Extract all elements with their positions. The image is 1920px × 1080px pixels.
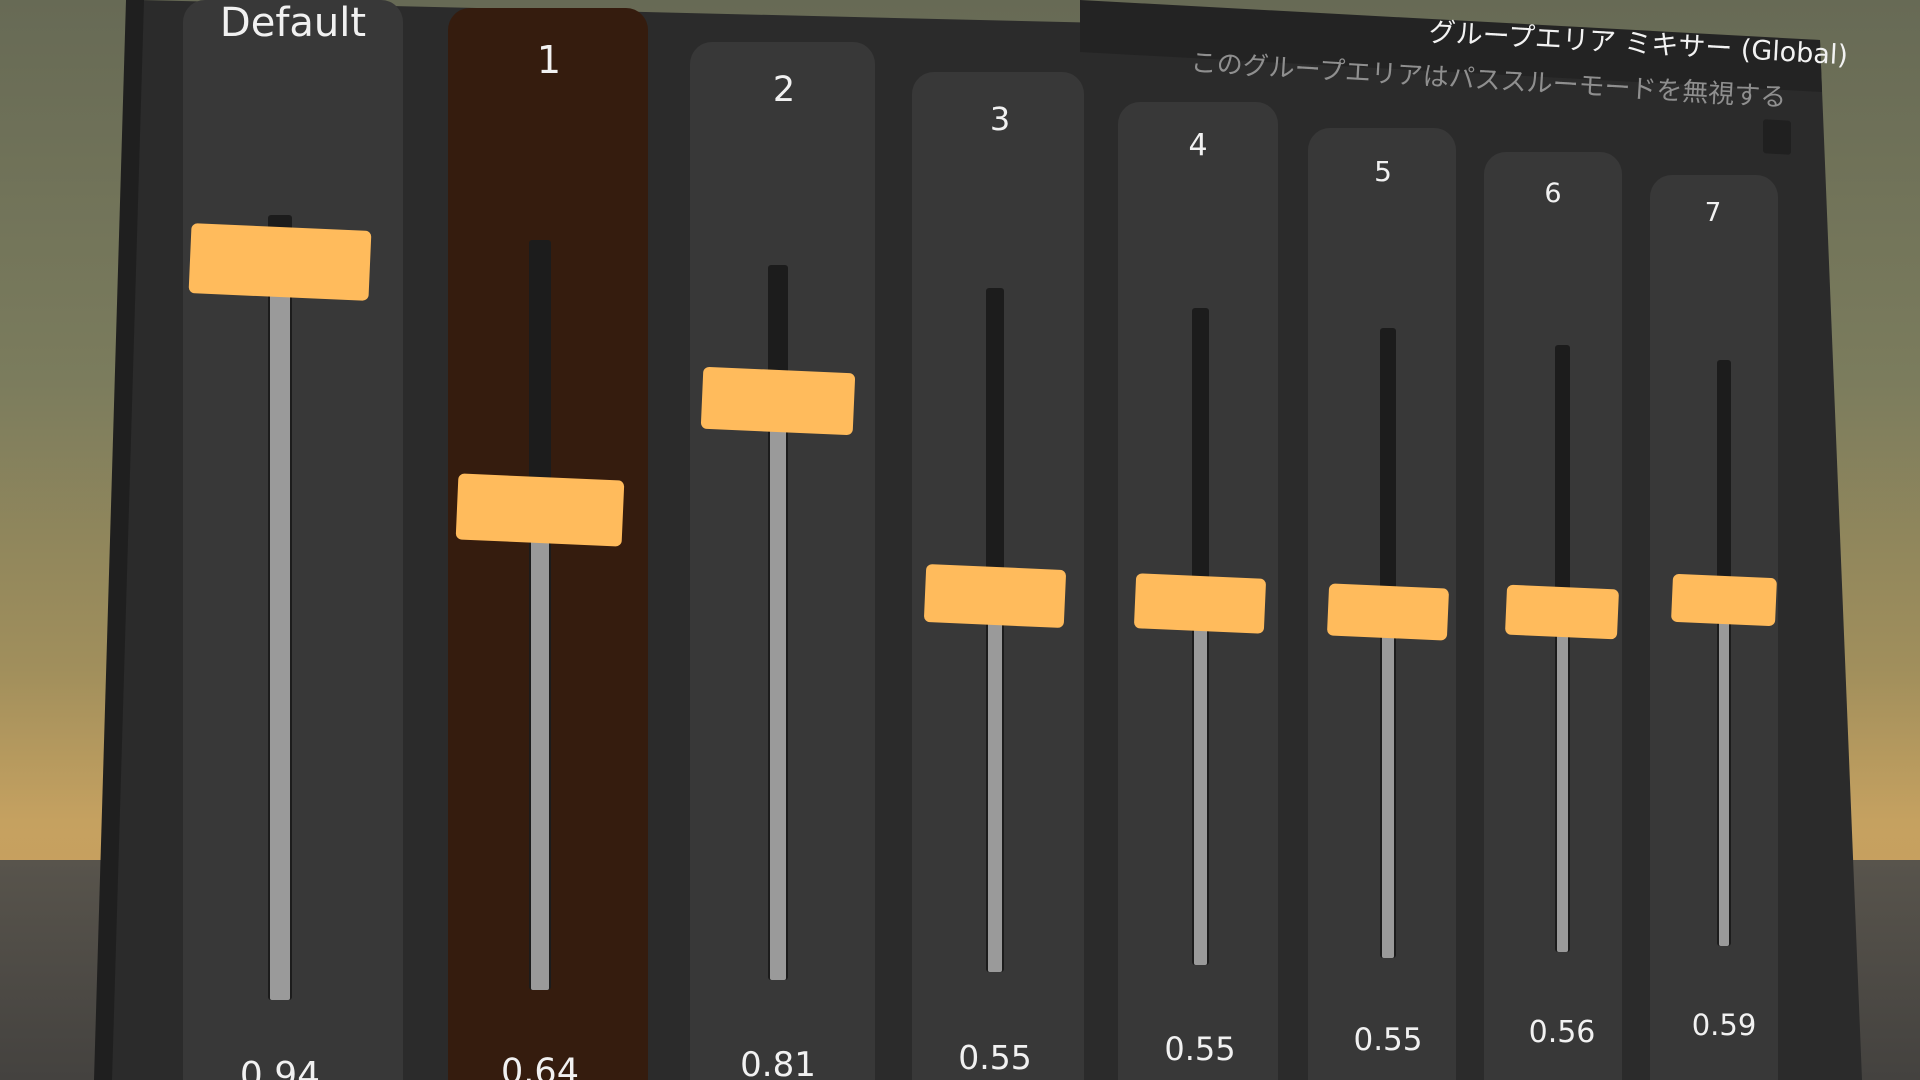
channel-value: 0.55	[1353, 1022, 1423, 1058]
channel-value: 0.55	[958, 1038, 1032, 1077]
slider-knob[interactable]	[923, 563, 1067, 628]
channel-value: 0.81	[740, 1045, 816, 1080]
channel-label: 5	[1374, 155, 1392, 188]
channel-label: 3	[989, 100, 1011, 138]
slider-knob[interactable]	[1671, 574, 1777, 627]
slider-fill	[1193, 603, 1207, 965]
channel-strip-default[interactable]	[183, 0, 403, 1080]
channel-label: 2	[772, 70, 796, 110]
channel-value: 0.56	[1528, 1015, 1596, 1050]
slider-fill	[988, 595, 1002, 972]
channel-value: 0.94	[239, 1055, 321, 1080]
channel-label: 1	[536, 38, 562, 82]
slider-knob[interactable]	[188, 223, 372, 301]
channel-label: 6	[1544, 178, 1562, 209]
slider-fill	[1556, 612, 1568, 952]
channel-strip-7[interactable]	[1650, 175, 1778, 1080]
slider-fill	[270, 262, 290, 1000]
slider-fill	[770, 400, 786, 980]
slider-knob[interactable]	[1326, 582, 1450, 641]
passthrough-checkbox[interactable]	[1763, 119, 1791, 155]
slider-knob[interactable]	[455, 473, 625, 547]
channel-label: Default	[219, 0, 367, 46]
vr-scene-background: グループエリア ミキサー (Global) このグループエリアはパススルーモード…	[0, 0, 1920, 1080]
channel-value: 0.59	[1691, 1008, 1757, 1042]
slider-fill	[1382, 611, 1394, 958]
slider-knob[interactable]	[1133, 573, 1267, 634]
slider-fill	[1719, 600, 1729, 946]
channel-value: 0.55	[1164, 1030, 1236, 1068]
channel-value: 0.64	[501, 1052, 579, 1080]
slider-fill	[531, 510, 549, 990]
slider-knob[interactable]	[1504, 584, 1620, 640]
slider-knob[interactable]	[700, 366, 856, 436]
channel-label: 4	[1188, 128, 1208, 163]
channel-label: 7	[1704, 198, 1722, 228]
